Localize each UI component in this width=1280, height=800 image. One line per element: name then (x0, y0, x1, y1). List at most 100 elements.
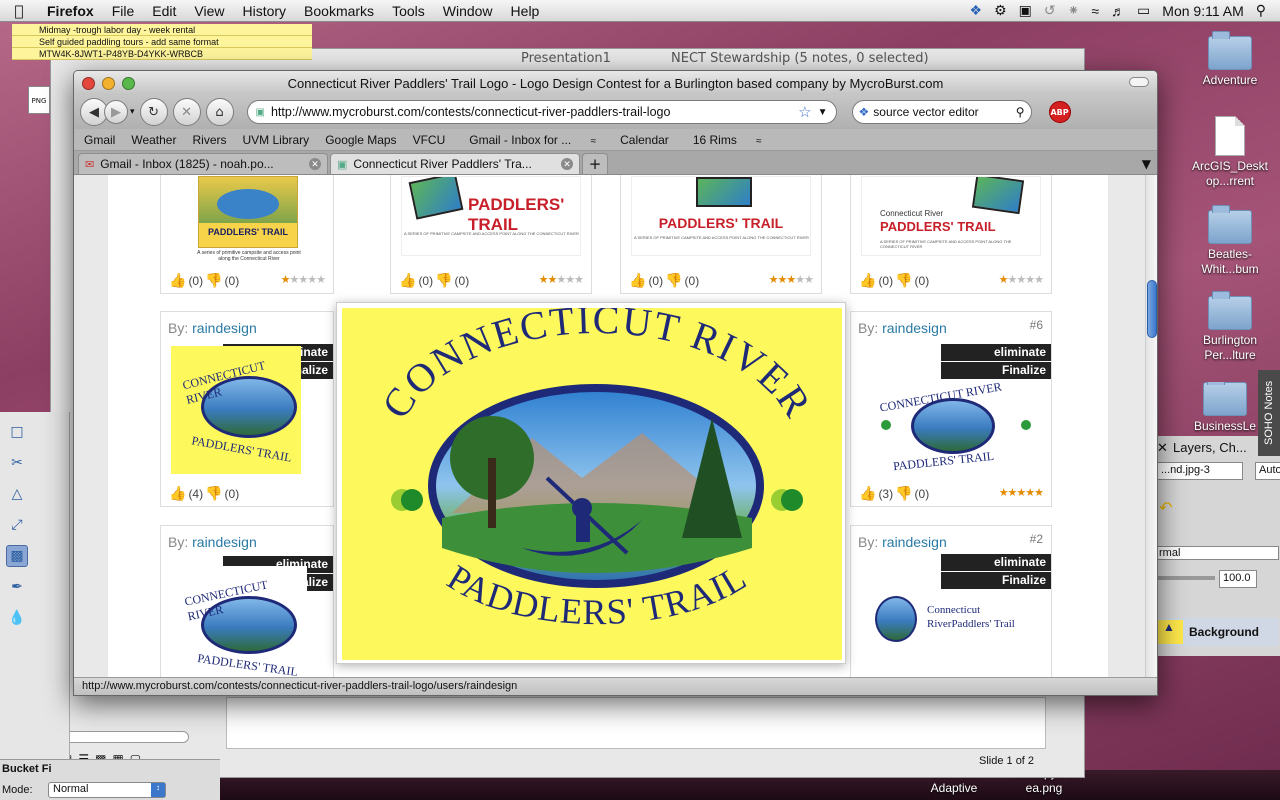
list-all-tabs-icon[interactable]: ▼ (1142, 157, 1151, 171)
tab-gmail[interactable]: ✉ Gmail - Inbox (1825) - noah.po... ✕ (78, 153, 328, 174)
opacity-value[interactable]: 100.0 (1219, 570, 1257, 588)
google-icon[interactable]: ❖ (859, 105, 870, 119)
entry-card[interactable]: Connecticut River PADDLERS' TRAIL A SERI… (850, 175, 1052, 294)
entry-card[interactable]: By: raindesign #2 eliminate Finalize Con… (850, 525, 1052, 679)
rect-select-icon[interactable]: □ (6, 421, 28, 443)
sync-icon[interactable]: ⚙ (994, 2, 1007, 19)
entry-thumbnail[interactable]: CONNECTICUT RIVER PADDLERS' TRAIL (171, 346, 301, 474)
menu-window[interactable]: Window (434, 3, 502, 19)
tab-close-icon[interactable]: ✕ (309, 158, 321, 170)
finalize-button[interactable]: Finalize (941, 572, 1051, 589)
undo-icon[interactable]: ↶ (1159, 498, 1172, 518)
bookmark-star-icon[interactable]: ☆ (798, 103, 811, 121)
sticky-note[interactable]: Self guided paddling tours - add same fo… (12, 36, 312, 48)
path-tool-icon[interactable]: △ (6, 483, 28, 505)
reload-button[interactable]: ↻ (139, 98, 168, 126)
wifi-icon[interactable]: ≈ (1091, 3, 1099, 19)
display-icon[interactable]: ▣ (1019, 2, 1032, 19)
bookmark-calendar[interactable]: Calendar (612, 133, 677, 147)
eliminate-button[interactable]: eliminate (941, 344, 1051, 361)
search-input[interactable]: source vector editor (869, 105, 1015, 119)
bookmark-rivers[interactable]: Rivers (184, 133, 234, 147)
bookmark-uvm-library[interactable]: UVM Library (235, 133, 318, 147)
url-dropdown-icon[interactable]: ▼ (818, 107, 828, 118)
desktop-folder-beatles[interactable]: Beatles-Whit...bum (1190, 205, 1270, 277)
transform-icon[interactable]: ⤢ (6, 514, 28, 536)
vertical-scrollbar[interactable] (1145, 175, 1157, 679)
entry-card[interactable]: PADDLERS' TRAIL A SERIES OF PRIMITIVE CA… (620, 175, 822, 294)
logo-preview-popup[interactable]: CONNECTICUT RIVER PADDLERS' TRAIL (336, 297, 846, 664)
tab-contest[interactable]: ▣ Connecticut River Paddlers' Tra... ✕ (330, 153, 580, 174)
apple-icon[interactable]:  (0, 2, 38, 20)
thumbs-down-icon[interactable]: 👎 (895, 485, 912, 502)
search-icon[interactable]: ⚲ (1016, 105, 1025, 119)
mode-select[interactable]: Normal ↕ (48, 782, 166, 798)
entry-thumbnail[interactable]: PADDLERS' TRAIL (198, 176, 298, 248)
stop-button[interactable]: ✕ (172, 98, 201, 126)
sticky-note[interactable]: MTW4K-8JWT1-P48YB-D4YKK-WRBCB (12, 48, 312, 60)
url-bar[interactable]: ▣ http://www.mycroburst.com/contests/con… (246, 100, 837, 124)
menu-bookmarks[interactable]: Bookmarks (295, 3, 383, 19)
bookmark-weather[interactable]: Weather (123, 133, 184, 147)
entry-card[interactable]: By: raindesign eliminate Finalize CONNEC… (160, 311, 334, 507)
thumbs-up-icon[interactable]: 👍 (859, 272, 876, 289)
spotlight-search-icon[interactable]: ⚲ (1256, 2, 1266, 19)
battery-icon[interactable]: ▭ (1137, 2, 1150, 19)
scissors-icon[interactable]: ✂ (6, 452, 28, 474)
layer-mode-select[interactable]: rmal (1155, 546, 1279, 560)
entry-card[interactable]: PADDLERS' TRAIL A SERIES OF PRIMITIVE CA… (390, 175, 592, 294)
menu-file[interactable]: File (103, 3, 144, 19)
star-rating[interactable]: ★★★★★ (999, 273, 1044, 286)
menu-history[interactable]: History (233, 3, 295, 19)
bookmark-google-maps[interactable]: Google Maps (317, 133, 404, 147)
toolbar-toggle-button[interactable] (1129, 77, 1149, 87)
tab-close-icon[interactable]: ✕ (561, 158, 573, 170)
auto-button[interactable]: Auto (1255, 462, 1280, 480)
forward-button[interactable]: ▶ (104, 100, 128, 124)
finalize-button[interactable]: Finalize (941, 362, 1051, 379)
entry-card[interactable]: By: raindesign #6 eliminate Finalize CON… (850, 311, 1052, 507)
desktop-file-arcgis[interactable]: ArcGIS_Deskt op...rrent (1190, 116, 1270, 189)
entry-thumbnail[interactable]: Connecticut RiverPaddlers' Trail (871, 594, 1041, 648)
star-rating[interactable]: ★★★★★ (999, 486, 1044, 499)
url-text[interactable]: http://www.mycroburst.com/contests/conne… (265, 105, 798, 119)
entry-thumbnail[interactable]: CONNECTICUT RIVER PADDLERS' TRAIL (871, 380, 1041, 476)
horizontal-scrollbar[interactable] (61, 731, 189, 743)
scrollbar-thumb[interactable] (1147, 280, 1157, 338)
bookmark-gmail[interactable]: Gmail (76, 133, 123, 147)
bucket-fill-icon[interactable]: ▩ (6, 545, 28, 567)
thumbs-down-icon[interactable]: 👎 (205, 485, 222, 502)
opacity-slider[interactable] (1155, 576, 1215, 580)
thumbs-down-icon[interactable]: 👎 (665, 272, 682, 289)
bookmark-16-rims[interactable]: 16 Rims ≈ (677, 133, 778, 147)
designer-link[interactable]: raindesign (882, 534, 947, 550)
menu-edit[interactable]: Edit (143, 3, 185, 19)
dropbox-icon[interactable]: ❖ (970, 2, 983, 19)
home-button[interactable]: ⌂ (205, 98, 234, 126)
volume-icon[interactable]: ♬ (1111, 3, 1125, 19)
adblock-icon[interactable]: ABP (1048, 101, 1071, 123)
history-dropdown-icon[interactable]: ▾ (130, 107, 135, 117)
layer-row-background[interactable]: ▲ Background (1155, 618, 1279, 646)
clock[interactable]: Mon 9:11 AM (1162, 3, 1243, 19)
thumbs-up-icon[interactable]: 👍 (169, 485, 186, 502)
brush-icon[interactable]: ✒ (6, 576, 28, 598)
bookmark-gmail-inbox[interactable]: Gmail - Inbox for ... ≈ (453, 133, 612, 147)
close-icon[interactable]: ✕ (1157, 440, 1168, 456)
entry-card[interactable]: By: raindesign eliminate Finalize CONNEC… (160, 525, 334, 679)
thumbs-up-icon[interactable]: 👍 (169, 272, 186, 289)
search-box[interactable]: ❖ source vector editor ⚲ (851, 100, 1032, 124)
entry-thumbnail[interactable]: PADDLERS' TRAIL A SERIES OF PRIMITIVE CA… (631, 176, 811, 256)
png-file-icon[interactable]: PNG (28, 86, 50, 114)
desktop-folder-burlington[interactable]: Burlington Per...lture (1190, 291, 1270, 363)
star-rating[interactable]: ★★★★★ (539, 273, 584, 286)
entry-card[interactable]: PADDLERS' TRAIL A series of primitive ca… (160, 175, 334, 294)
desktop-folder-adventure[interactable]: Adventure (1190, 31, 1270, 88)
thumbs-up-icon[interactable]: 👍 (399, 272, 416, 289)
smudge-icon[interactable]: 💧 (6, 607, 28, 629)
eliminate-button[interactable]: eliminate (941, 554, 1051, 571)
new-tab-button[interactable]: + (582, 153, 608, 174)
menu-tools[interactable]: Tools (383, 3, 434, 19)
bluetooth-icon[interactable]: ⁕ (1068, 2, 1080, 19)
menu-help[interactable]: Help (502, 3, 549, 19)
